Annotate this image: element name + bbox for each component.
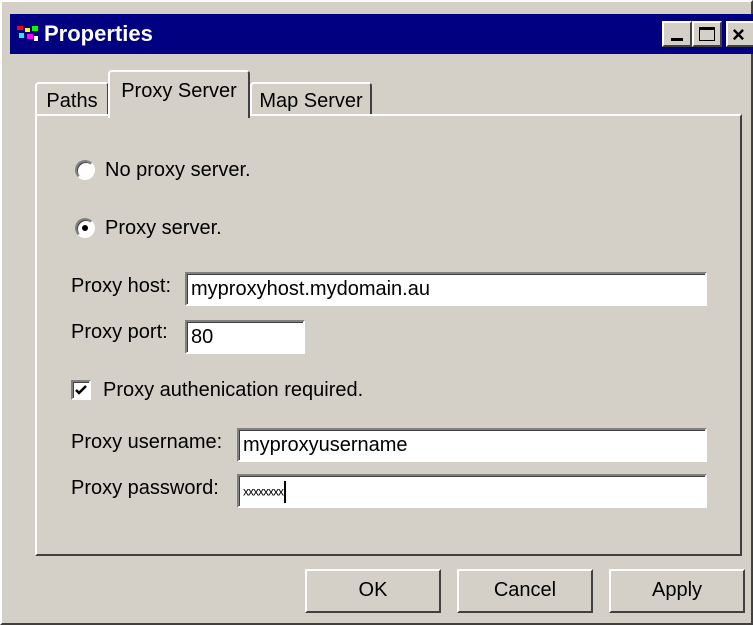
app-icon xyxy=(17,26,38,41)
checkmark-icon xyxy=(75,385,87,395)
tab-proxy-server-label: Proxy Server xyxy=(121,80,237,102)
tab-paths[interactable]: Paths xyxy=(35,82,109,117)
proxy-host-label: Proxy host: xyxy=(71,275,172,297)
tab-paths-label: Paths xyxy=(46,90,98,112)
minimize-icon xyxy=(671,38,683,41)
minimize-button[interactable] xyxy=(662,21,692,47)
window-title: Properties xyxy=(44,21,153,46)
tab-map-server[interactable]: Map Server xyxy=(250,82,372,117)
proxy-username-value: myproxyusername xyxy=(243,434,408,456)
text-caret xyxy=(284,480,286,503)
proxy-server-label[interactable]: Proxy server. xyxy=(105,216,222,240)
proxy-host-value: myproxyhost.mydomain.au xyxy=(191,278,430,300)
tab-proxy-server[interactable]: Proxy Server xyxy=(108,70,250,118)
title-bar[interactable]: Properties × xyxy=(10,14,753,54)
proxy-password-value: xxxxxxxx xyxy=(243,484,284,499)
proxy-port-input[interactable]: 80 xyxy=(185,320,305,354)
apply-button[interactable]: Apply xyxy=(609,569,745,613)
no-proxy-label[interactable]: No proxy server. xyxy=(105,158,251,182)
proxy-host-input[interactable]: myproxyhost.mydomain.au xyxy=(185,272,707,306)
maximize-icon xyxy=(699,27,715,41)
proxy-password-input[interactable]: xxxxxxxx xyxy=(237,474,707,508)
close-button[interactable]: × xyxy=(726,21,753,47)
proxy-server-panel: No proxy server. Proxy server. Proxy hos… xyxy=(35,114,742,556)
proxy-port-value: 80 xyxy=(191,326,214,348)
proxy-auth-label[interactable]: Proxy authenication required. xyxy=(103,378,363,402)
properties-dialog: Properties × Paths Proxy Server Map Serv… xyxy=(0,0,753,625)
proxy-password-label: Proxy password: xyxy=(71,477,219,499)
proxy-port-label: Proxy port: xyxy=(71,321,168,343)
no-proxy-radio[interactable] xyxy=(75,160,95,180)
cancel-button[interactable]: Cancel xyxy=(457,569,593,613)
tab-map-server-label: Map Server xyxy=(259,90,363,112)
ok-button[interactable]: OK xyxy=(305,569,441,613)
radio-selected-dot xyxy=(82,225,88,231)
maximize-button[interactable] xyxy=(692,21,722,47)
proxy-username-label: Proxy username: xyxy=(71,431,223,453)
proxy-auth-checkbox[interactable] xyxy=(71,380,91,400)
close-icon: × xyxy=(732,22,745,47)
proxy-server-radio[interactable] xyxy=(75,218,95,238)
proxy-username-input[interactable]: myproxyusername xyxy=(237,428,707,462)
